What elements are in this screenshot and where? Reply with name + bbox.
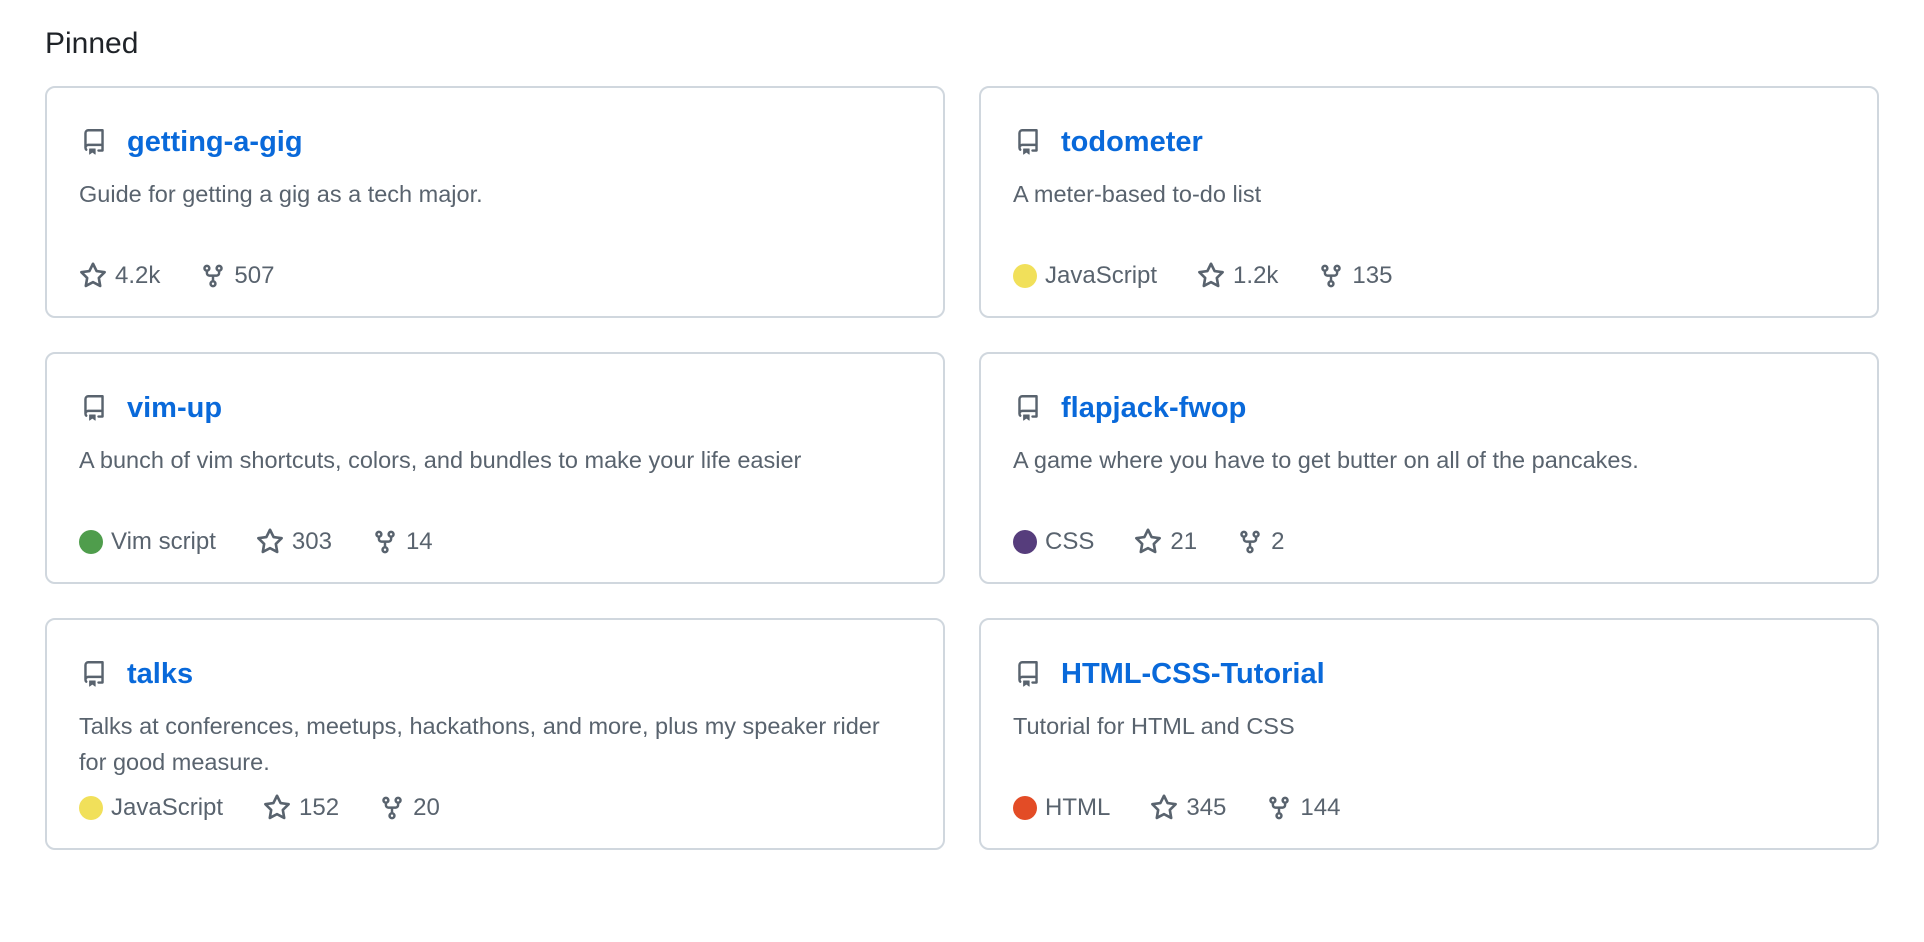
- pinned-repo-card-HTML-CSS-Tutorial: HTML-CSS-Tutorial Tutorial for HTML and …: [979, 618, 1879, 850]
- star-count: 4.2k: [115, 262, 161, 289]
- repo-description: Guide for getting a gig as a tech major.: [79, 181, 483, 207]
- fork-count: 144: [1300, 794, 1341, 821]
- star-icon: [1197, 262, 1225, 290]
- repo-forks-link[interactable]: 135: [1318, 262, 1392, 290]
- language-label: Vim script: [111, 528, 216, 555]
- repo-name-link[interactable]: todometer: [1061, 124, 1203, 160]
- fork-icon: [1237, 528, 1263, 556]
- repo-forks-link[interactable]: 14: [372, 528, 433, 556]
- repo-forks-link[interactable]: 507: [200, 262, 274, 290]
- repo-forks-link[interactable]: 20: [379, 794, 440, 822]
- repo-icon: [79, 391, 109, 425]
- repo-stars-link[interactable]: 152: [263, 794, 339, 822]
- fork-count: 20: [413, 794, 440, 821]
- fork-icon: [379, 794, 405, 822]
- repo-stars-link[interactable]: 4.2k: [79, 262, 160, 290]
- fork-icon: [372, 528, 398, 556]
- language-color-dot: [1013, 530, 1037, 554]
- repo-meta: 4.2k 507: [79, 258, 314, 294]
- fork-icon: [1266, 794, 1292, 822]
- repo-icon: [79, 657, 109, 691]
- star-count: 303: [291, 528, 332, 555]
- fork-icon: [200, 262, 226, 290]
- repo-icon: [1013, 657, 1043, 691]
- repo-description: A meter-based to-do list: [1013, 181, 1262, 207]
- star-icon: [1150, 794, 1178, 822]
- repo-description: A game where you have to get butter on a…: [1013, 447, 1639, 473]
- pinned-repo-card-talks: talks Talks at conferences, meetups, hac…: [45, 618, 945, 850]
- repo-stars-link[interactable]: 303: [256, 528, 332, 556]
- repo-forks-link[interactable]: 144: [1266, 794, 1340, 822]
- repo-name-link[interactable]: talks: [127, 656, 193, 692]
- language-color-dot: [1013, 796, 1037, 820]
- repo-stars-link[interactable]: 1.2k: [1197, 262, 1278, 290]
- repo-meta: CSS 21 2: [1013, 524, 1324, 560]
- language-color-dot: [79, 530, 103, 554]
- repo-language: JavaScript: [1013, 262, 1157, 290]
- language-label: JavaScript: [111, 794, 224, 821]
- pinned-repos-grid: getting-a-gig Guide for getting a gig as…: [45, 86, 1879, 850]
- repo-description: A bunch of vim shortcuts, colors, and bu…: [79, 447, 802, 473]
- repo-language: HTML: [1013, 794, 1110, 822]
- repo-header: talks: [79, 654, 911, 694]
- repo-language: CSS: [1013, 528, 1094, 556]
- repo-language: Vim script: [79, 528, 216, 556]
- fork-count: 14: [405, 528, 433, 555]
- pinned-repo-card-vim-up: vim-up A bunch of vim shortcuts, colors,…: [45, 352, 945, 584]
- repo-icon: [1013, 391, 1043, 425]
- star-icon: [263, 794, 291, 822]
- pinned-repo-card-todometer: todometer A meter-based to-do list JavaS…: [979, 86, 1879, 318]
- repo-stars-link[interactable]: 345: [1150, 794, 1226, 822]
- repo-meta: Vim script 303 14: [79, 524, 473, 560]
- language-label: JavaScript: [1045, 262, 1158, 289]
- repo-forks-link[interactable]: 2: [1237, 528, 1284, 556]
- language-color-dot: [79, 796, 103, 820]
- star-count: 152: [299, 794, 340, 821]
- repo-icon: [1013, 125, 1043, 159]
- repo-meta: JavaScript 1.2k 135: [1013, 258, 1432, 294]
- repo-name-link[interactable]: vim-up: [127, 390, 222, 426]
- star-count: 345: [1186, 794, 1227, 821]
- repo-meta: JavaScript 152 20: [79, 790, 480, 826]
- language-label: HTML: [1045, 794, 1111, 821]
- repo-header: getting-a-gig: [79, 122, 911, 162]
- star-icon: [79, 262, 107, 290]
- repo-header: vim-up: [79, 388, 911, 428]
- star-count: 21: [1170, 528, 1198, 555]
- repo-header: flapjack-fwop: [1013, 388, 1845, 428]
- pinned-repo-card-getting-a-gig: getting-a-gig Guide for getting a gig as…: [45, 86, 945, 318]
- fork-count: 507: [234, 262, 275, 289]
- repo-icon: [79, 125, 109, 159]
- repo-description: Talks at conferences, meetups, hackathon…: [79, 713, 880, 775]
- fork-count: 2: [1271, 528, 1285, 555]
- repo-header: todometer: [1013, 122, 1845, 162]
- repo-name-link[interactable]: getting-a-gig: [127, 124, 303, 160]
- repo-description: Tutorial for HTML and CSS: [1013, 713, 1295, 739]
- repo-stars-link[interactable]: 21: [1134, 528, 1197, 556]
- star-icon: [256, 528, 284, 556]
- repo-header: HTML-CSS-Tutorial: [1013, 654, 1845, 694]
- repo-language: JavaScript: [79, 794, 223, 822]
- language-color-dot: [1013, 264, 1037, 288]
- pinned-repo-card-flapjack-fwop: flapjack-fwop A game where you have to g…: [979, 352, 1879, 584]
- repo-name-link[interactable]: flapjack-fwop: [1061, 390, 1246, 426]
- star-icon: [1134, 528, 1162, 556]
- fork-icon: [1318, 262, 1344, 290]
- star-count: 1.2k: [1233, 262, 1279, 289]
- section-title: Pinned: [45, 27, 139, 60]
- language-label: CSS: [1045, 528, 1095, 555]
- fork-count: 135: [1352, 262, 1393, 289]
- repo-name-link[interactable]: HTML-CSS-Tutorial: [1061, 656, 1325, 692]
- repo-meta: HTML 345 144: [1013, 790, 1380, 826]
